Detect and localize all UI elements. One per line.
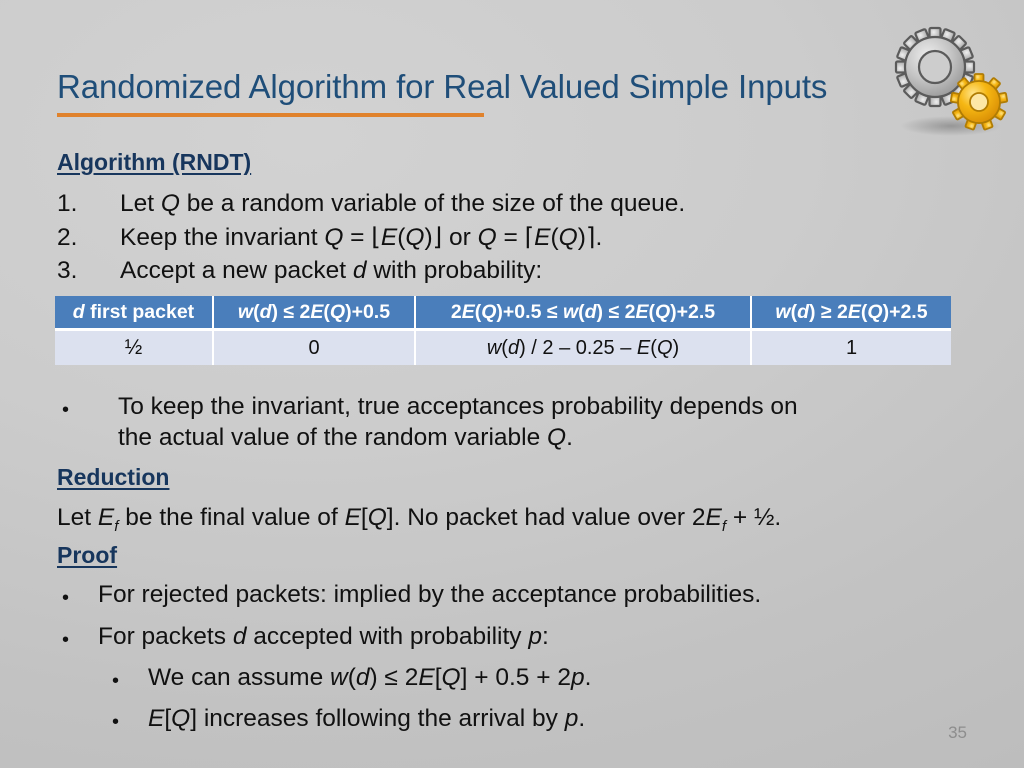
table-header-cell-2: 2E(Q)+0.5 ≤ w(d) ≤ 2E(Q)+2.5 — [416, 296, 752, 331]
table-cell-2: w(d) / 2 – 0.25 – E(Q) — [416, 331, 752, 365]
table-cell-0: ½ — [55, 331, 214, 365]
step-number-3: 3. — [57, 257, 78, 284]
table-header-row: d first packet w(d) ≤ 2E(Q)+0.5 2E(Q)+0.… — [55, 296, 951, 331]
proof-subitem-2-bullet-marker: • — [112, 711, 120, 733]
proof-item-1-bullet-marker: • — [62, 587, 70, 609]
slide: Randomized Algorithm for Real Valued Sim… — [0, 0, 1024, 768]
proof-heading: Proof — [57, 542, 118, 568]
invariant-note-bullet-marker: • — [62, 399, 70, 421]
proof-item-1: For rejected packets: implied by the acc… — [98, 581, 762, 608]
step-number-1: 1. — [57, 190, 78, 217]
slide-number: 35 — [948, 723, 967, 742]
invariant-note-line-1: To keep the invariant, true acceptances … — [118, 393, 798, 420]
proof-subitem-1: We can assume w(d) ≤ 2E[Q] + 0.5 + 2p. — [148, 664, 592, 691]
proof-subitem-1-bullet-marker: • — [112, 670, 120, 692]
table-header-cell-3: w(d) ≥ 2E(Q)+2.5 — [752, 296, 951, 331]
proof-item-2-bullet-marker: • — [62, 629, 70, 651]
algorithm-heading: Algorithm (RNDT) — [57, 149, 252, 175]
reduction-text: Let Ef be the final value of E[Q]. No pa… — [57, 504, 782, 535]
step-text-3: Accept a new packet d with probability: — [120, 257, 543, 284]
proof-subitem-2: E[Q] increases following the arrival by … — [148, 705, 586, 732]
acceptance-probability-table: d first packet w(d) ≤ 2E(Q)+0.5 2E(Q)+0.… — [55, 296, 951, 365]
table-header-cell-1: w(d) ≤ 2E(Q)+0.5 — [214, 296, 416, 331]
invariant-note-line-2: the actual value of the random variable … — [118, 424, 573, 451]
table-cell-1: 0 — [214, 331, 416, 365]
table-row: ½ 0 w(d) / 2 – 0.25 – E(Q) 1 — [55, 331, 951, 365]
step-text-1: Let Q be a random variable of the size o… — [120, 190, 686, 217]
step-text-2: Keep the invariant Q = ⌊E(Q)⌋ or Q = ⌈E(… — [120, 224, 603, 251]
step-number-2: 2. — [57, 224, 78, 251]
proof-item-2: For packets d accepted with probability … — [98, 623, 549, 650]
reduction-heading: Reduction — [57, 464, 170, 490]
table-header-cell-0: d first packet — [55, 296, 214, 331]
table-cell-3: 1 — [752, 331, 951, 365]
